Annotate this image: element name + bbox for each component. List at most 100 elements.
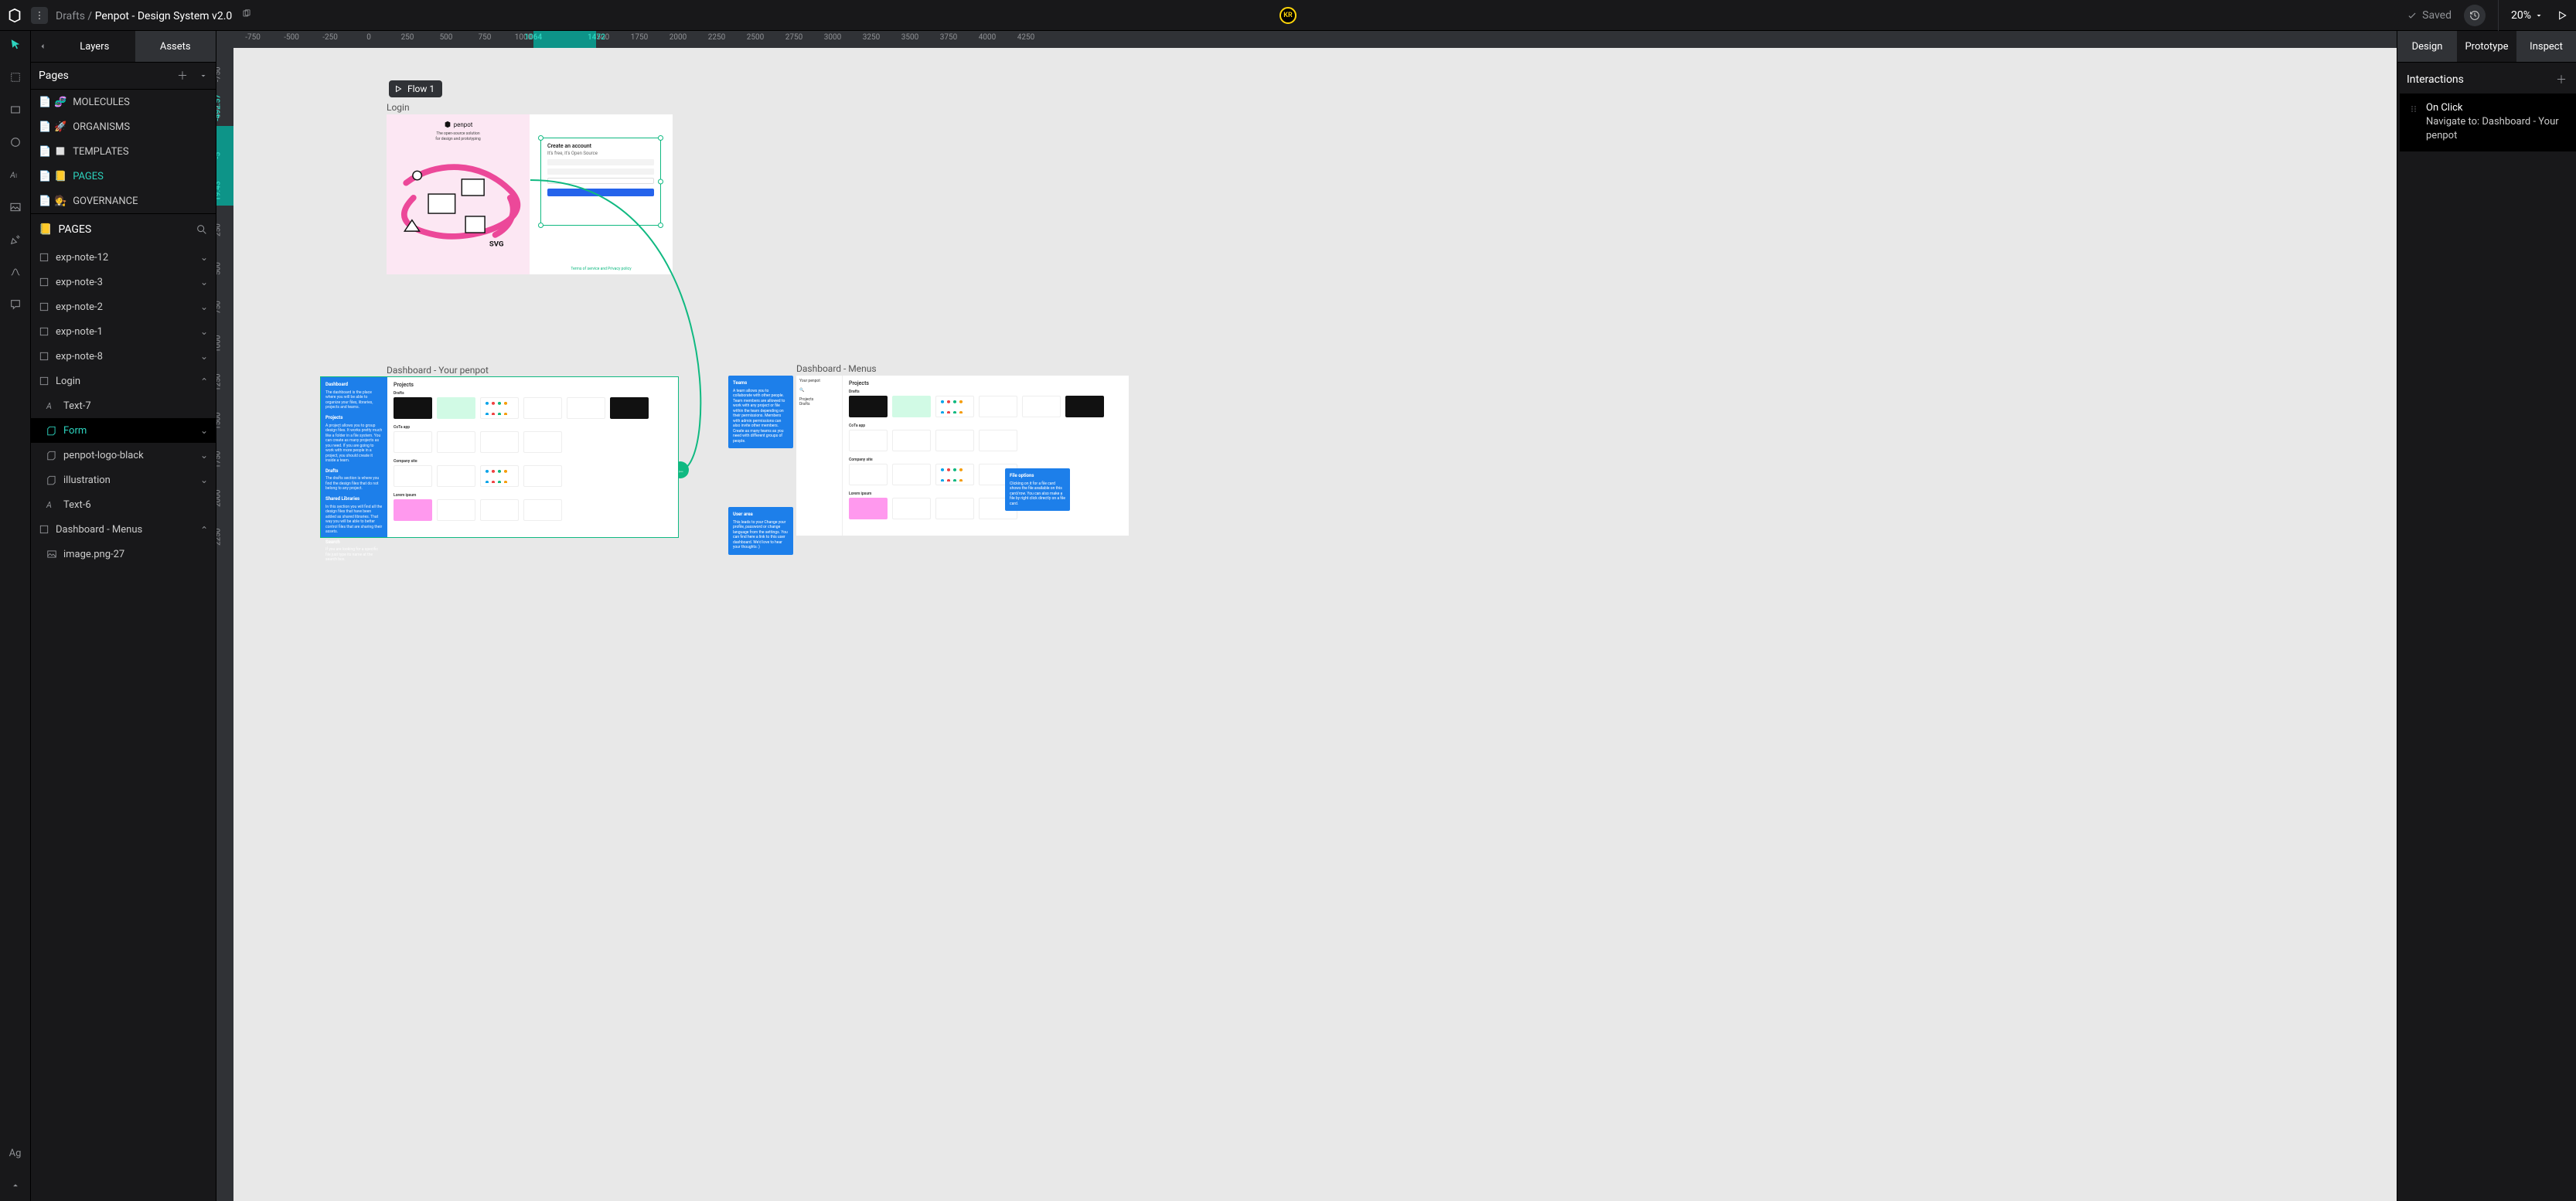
tab-assets[interactable]: Assets <box>135 31 216 62</box>
frame-label-dashboard-menus[interactable]: Dashboard - Menus <box>796 363 877 374</box>
chevron-up-icon[interactable] <box>8 1178 23 1193</box>
interaction-action: Navigate to: Dashboard - Your penpot <box>2426 115 2567 143</box>
layer-row[interactable]: AText-7 <box>31 393 216 418</box>
teams-callout: TeamsA team allows you to collaborate wi… <box>728 376 793 448</box>
app-logo <box>6 7 23 24</box>
svg-text:A: A <box>9 170 15 180</box>
board-dashboard-menus[interactable]: Your penpot🔍ProjectsDrafts ProjectsDraft… <box>796 376 1121 561</box>
layer-row[interactable]: Login⌄ <box>31 369 216 393</box>
page-row[interactable]: 📄🚀ORGANISMS <box>31 114 216 139</box>
layer-row[interactable]: exp-note-3⌄ <box>31 270 216 294</box>
image-icon <box>46 549 57 560</box>
board-dashboard-your-penpot[interactable]: DashboardThe dashboard is the place wher… <box>321 377 678 537</box>
login-form-panel: Create an account It's free, it's Open S… <box>530 114 673 274</box>
tool-rail: AI Ag <box>0 31 31 1201</box>
layer-row[interactable]: exp-note-12⌄ <box>31 245 216 270</box>
text-tool-icon[interactable]: AI <box>8 167 23 182</box>
primary-cta-button[interactable] <box>547 189 654 196</box>
ruler-horizontal[interactable]: -750-500-2500250500750100012501500175020… <box>233 31 2397 48</box>
frame-icon <box>39 524 49 535</box>
flow-tag[interactable]: Flow 1 <box>389 80 442 97</box>
pages-list: 📄🧬MOLECULES📄🚀ORGANISMS📄◻️TEMPLATES📄📒PAGE… <box>31 90 216 214</box>
layer-row[interactable]: Dashboard - Menus⌄ <box>31 517 216 542</box>
right-panel: DesignPrototypeInspect Interactions ＋ On… <box>2397 31 2576 1201</box>
group-icon <box>46 450 57 461</box>
frame-label-login[interactable]: Login <box>387 102 410 113</box>
tab-design[interactable]: Design <box>2397 31 2457 62</box>
layer-row[interactable]: image.png-27 <box>31 542 216 566</box>
breadcrumb-current[interactable]: Penpot - Design System v2.0 <box>95 10 233 22</box>
frame-icon <box>39 277 49 287</box>
frame-icon <box>39 351 49 362</box>
topbar: Drafts / Penpot - Design System v2.0 KR … <box>0 0 2576 31</box>
zoom-dropdown[interactable]: 20% <box>2511 9 2544 22</box>
interactions-section: Interactions ＋ On Click Navigate to: Das… <box>2397 62 2576 161</box>
frame-label-dashboard-yp[interactable]: Dashboard - Your penpot <box>387 365 489 376</box>
duplicate-icon[interactable] <box>241 10 252 22</box>
layer-row[interactable]: exp-note-2⌄ <box>31 294 216 319</box>
svg-text:I: I <box>15 172 17 179</box>
layer-row[interactable]: exp-note-8⌄ <box>31 344 216 369</box>
layer-row[interactable]: Form⌄ <box>31 418 216 443</box>
collapse-panel-button[interactable] <box>31 31 54 62</box>
search-layers-icon[interactable] <box>196 223 208 236</box>
add-interaction-button[interactable]: ＋ <box>2556 72 2567 87</box>
dashboard-main: ProjectsDraftsCoTa appCompany siteLorem … <box>387 377 678 537</box>
create-account-button[interactable] <box>547 178 654 184</box>
layer-tree: exp-note-12⌄exp-note-3⌄exp-note-2⌄exp-no… <box>31 245 216 1201</box>
cursor-tool-icon[interactable] <box>8 37 23 53</box>
form-selection[interactable]: Create an account It's free, it's Open S… <box>540 138 661 226</box>
collapse-pages-icon[interactable] <box>199 71 208 80</box>
svg-text:SVG: SVG <box>489 240 504 248</box>
path-tool-icon[interactable] <box>8 264 23 280</box>
play-preview-icon[interactable] <box>2556 9 2568 22</box>
history-icon[interactable] <box>2464 5 2486 26</box>
login-footer[interactable]: Terms of service and Privacy policy <box>530 267 673 271</box>
frame-icon <box>39 301 49 312</box>
breadcrumb-root[interactable]: Drafts <box>56 10 85 22</box>
pen-tool-icon[interactable] <box>8 232 23 247</box>
canvas-viewport[interactable]: -750-500-2500250500750100012501500175020… <box>216 31 2397 1201</box>
text-icon: A <box>46 400 57 412</box>
frame-icon <box>39 326 49 337</box>
layer-row[interactable]: AText-6 <box>31 492 216 517</box>
breadcrumb[interactable]: Drafts / Penpot - Design System v2.0 <box>56 9 252 22</box>
left-panel-tabs: Layers Assets <box>31 31 216 62</box>
page-row[interactable]: 📄🧑‍⚖️GOVERNANCE <box>31 189 216 213</box>
user-area-callout: User areaThis leads to your Change your … <box>728 507 793 555</box>
page-row[interactable]: 📄🧬MOLECULES <box>31 90 216 114</box>
page-row[interactable]: 📄◻️TEMPLATES <box>31 139 216 164</box>
avatar[interactable]: KR <box>1279 7 1297 24</box>
ellipse-tool-icon[interactable] <box>8 134 23 150</box>
dashboard-info-sidebar: DashboardThe dashboard is the place wher… <box>321 377 387 537</box>
save-status: Saved <box>2407 9 2452 22</box>
tab-inspect[interactable]: Inspect <box>2516 31 2576 62</box>
text-icon: A <box>46 499 57 511</box>
ruler-vertical[interactable]: -1000-750-500-25002505007501000125015001… <box>216 48 233 1201</box>
rect-tool-icon[interactable] <box>8 102 23 117</box>
add-page-button[interactable]: ＋ <box>177 68 188 83</box>
frame-icon <box>39 376 49 386</box>
tab-prototype[interactable]: Prototype <box>2457 31 2516 62</box>
layer-row[interactable]: illustration⌄ <box>31 468 216 492</box>
brand-logo: penpot <box>444 121 473 128</box>
email-field[interactable] <box>547 159 654 165</box>
password-field[interactable] <box>547 168 654 175</box>
file-options-callout: File optionsClicking on it for a file ca… <box>1005 468 1070 511</box>
frame-tool-icon[interactable] <box>8 70 23 85</box>
group-icon <box>46 425 57 436</box>
image-tool-icon[interactable] <box>8 199 23 215</box>
layer-row[interactable]: exp-note-1⌄ <box>31 319 216 344</box>
page-row[interactable]: 📄📒PAGES <box>31 164 216 189</box>
interaction-card[interactable]: On Click Navigate to: Dashboard - Your p… <box>2397 94 2576 151</box>
layer-row[interactable]: penpot-logo-black⌄ <box>31 443 216 468</box>
board-login[interactable]: penpot The open-source solutionfor desig… <box>387 114 673 274</box>
tab-layers[interactable]: Layers <box>54 31 135 62</box>
typography-panel-icon[interactable]: Ag <box>8 1145 23 1161</box>
group-icon <box>46 475 57 485</box>
drag-handle-icon[interactable] <box>2409 101 2418 144</box>
left-panel: Layers Assets Pages ＋ 📄🧬MOLECULES📄🚀ORGAN… <box>31 31 216 1201</box>
main-menu-button[interactable] <box>31 7 48 24</box>
comment-tool-icon[interactable] <box>8 297 23 312</box>
pages-section-header: Pages ＋ <box>31 62 216 90</box>
